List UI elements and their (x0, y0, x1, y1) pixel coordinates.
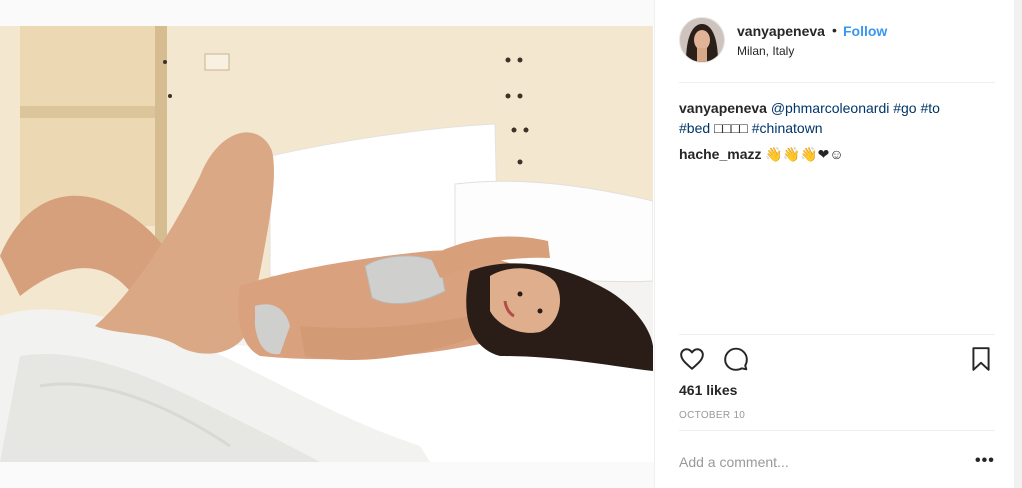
hashtag-chinatown[interactable]: #chinatown (752, 120, 823, 136)
caption-username[interactable]: vanyapeneva (679, 100, 767, 116)
follow-button[interactable]: Follow (843, 23, 887, 39)
username-link[interactable]: vanyapeneva (737, 23, 825, 39)
comment-button[interactable] (723, 346, 749, 377)
heart-icon (680, 348, 704, 370)
comment-item: hache_mazz 👋👋👋❤☺ (679, 144, 844, 164)
save-button[interactable] (969, 346, 993, 377)
avatar-image (680, 18, 724, 62)
post-caption: vanyapeneva @phmarcoleonardi #go #to #be… (679, 98, 979, 138)
like-button[interactable] (679, 346, 705, 377)
avatar[interactable] (679, 17, 725, 63)
caption-emoji-boxes: □□□□ (714, 120, 748, 136)
divider (679, 334, 995, 335)
post-container: vanyapeneva • Follow Milan, Italy vanyap… (0, 0, 1022, 488)
post-sidebar: vanyapeneva • Follow Milan, Italy vanyap… (654, 0, 1015, 488)
divider (679, 82, 995, 83)
hashtag-bed[interactable]: #bed (679, 120, 710, 136)
comment-input[interactable] (679, 452, 949, 472)
comment-username[interactable]: hache_mazz (679, 146, 761, 162)
divider (679, 430, 995, 431)
scrollbar[interactable] (1014, 0, 1022, 488)
likes-count[interactable]: 461 likes (679, 382, 737, 398)
comment-bubble-icon (724, 347, 748, 371)
hashtag-go[interactable]: #go (893, 100, 916, 116)
more-options-button[interactable]: ••• (975, 452, 995, 470)
hashtag-to[interactable]: #to (920, 100, 939, 116)
post-date[interactable]: OCTOBER 10 (679, 410, 745, 421)
post-header: vanyapeneva • Follow Milan, Italy (679, 17, 997, 65)
comment-text: 👋👋👋❤☺ (765, 146, 844, 162)
location-link[interactable]: Milan, Italy (737, 44, 794, 58)
post-photo[interactable] (0, 26, 653, 462)
bookmark-icon (972, 347, 990, 371)
post-photo-image (0, 26, 653, 462)
mention-link[interactable]: @phmarcoleonardi (771, 100, 890, 116)
separator-dot: • (832, 22, 837, 38)
